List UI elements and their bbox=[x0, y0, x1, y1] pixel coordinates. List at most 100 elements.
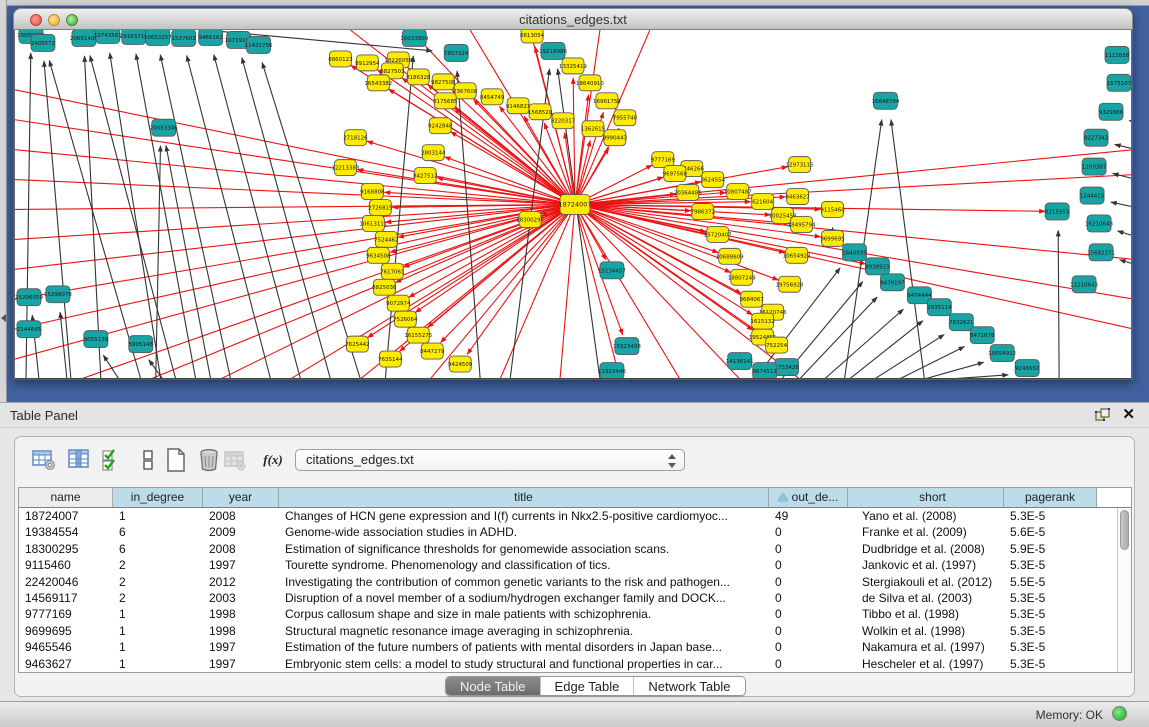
graph-node[interactable]: 7832621 bbox=[949, 314, 973, 331]
column-header-in-degree[interactable]: in_degree bbox=[113, 488, 203, 507]
graph-node[interactable]: 9168808 bbox=[360, 184, 385, 200]
select-columns-icon[interactable] bbox=[99, 447, 125, 473]
table-row[interactable]: 1872400712008Changes of HCN gene express… bbox=[19, 508, 1131, 524]
graph-node[interactable]: 2405572 bbox=[31, 34, 55, 51]
graph-node[interactable]: 2144645 bbox=[17, 321, 41, 338]
network-canvas[interactable]: 8860123891295418226058982750316543382818… bbox=[14, 30, 1132, 379]
graph-edge[interactable] bbox=[262, 62, 360, 378]
graph-node[interactable]: 20053346 bbox=[150, 119, 178, 136]
graph-edge[interactable] bbox=[90, 56, 176, 378]
graph-node[interactable]: 9874512 bbox=[752, 363, 776, 378]
graph-node[interactable]: 9227342 bbox=[1084, 129, 1108, 146]
graph-node[interactable]: 9055139 bbox=[84, 331, 109, 348]
graph-edge[interactable] bbox=[242, 57, 331, 378]
graph-node[interactable]: 16543382 bbox=[364, 75, 392, 91]
tab-network-table[interactable]: Network Table bbox=[633, 677, 744, 695]
graph-node[interactable]: 12213383 bbox=[331, 160, 359, 176]
graph-edge[interactable] bbox=[1129, 120, 1131, 126]
scrollbar-thumb[interactable] bbox=[1120, 510, 1129, 550]
graph-node[interactable]: 9634508 bbox=[366, 247, 391, 263]
graph-node[interactable]: 8471676 bbox=[970, 327, 995, 344]
graph-node[interactable]: 18300295 bbox=[516, 211, 544, 227]
graph-node[interactable]: 9684067 bbox=[739, 291, 764, 307]
graph-edge[interactable] bbox=[899, 346, 964, 378]
graph-node[interactable]: 9990443 bbox=[603, 130, 628, 146]
graph-node[interactable]: 18724007 bbox=[559, 195, 592, 215]
table-row[interactable]: 1830029562008Estimation of significance … bbox=[19, 541, 1131, 557]
graph-node[interactable]: 19756928 bbox=[776, 276, 804, 292]
graph-node[interactable]: 3624554 bbox=[701, 172, 726, 188]
graph-edge[interactable] bbox=[560, 204, 575, 378]
graph-node[interactable]: 1209387 bbox=[1082, 158, 1107, 175]
graph-node[interactable]: 9699695 bbox=[820, 230, 844, 246]
graph-node[interactable]: 10807487 bbox=[724, 184, 752, 200]
graph-node[interactable]: 16648784 bbox=[872, 92, 900, 109]
graph-node[interactable]: 8825036 bbox=[372, 279, 397, 295]
table-row[interactable]: 1456911722003Disruption of a novel membe… bbox=[19, 590, 1131, 606]
graph-edge[interactable] bbox=[15, 204, 575, 269]
graph-edge[interactable] bbox=[44, 61, 71, 378]
graph-node[interactable]: 13325419 bbox=[559, 58, 587, 74]
create-column-icon[interactable] bbox=[163, 447, 189, 473]
graph-node[interactable]: 18807249 bbox=[728, 269, 756, 285]
graph-node[interactable]: 15134457 bbox=[598, 262, 626, 279]
graph-node[interactable]: 8454749 bbox=[480, 89, 505, 105]
graph-node[interactable]: 11923446 bbox=[598, 363, 626, 378]
graph-node[interactable]: 8813054 bbox=[520, 30, 545, 43]
graph-node[interactable]: 8447279 bbox=[420, 343, 445, 359]
close-panel-icon[interactable]: ✕ bbox=[1122, 406, 1135, 424]
graph-node[interactable]: 1568520 bbox=[528, 104, 553, 120]
graph-node[interactable]: 10654912 bbox=[988, 345, 1016, 362]
table-row[interactable]: 911546021997Tourette syndrome. Phenomeno… bbox=[19, 557, 1131, 573]
graph-edge[interactable] bbox=[156, 146, 161, 378]
delete-column-icon[interactable] bbox=[196, 447, 222, 473]
import-table-icon[interactable] bbox=[222, 447, 248, 473]
graph-node[interactable]: 25206059 bbox=[15, 289, 43, 306]
graph-edge[interactable] bbox=[1111, 202, 1131, 209]
graph-edge[interactable] bbox=[891, 120, 924, 378]
graph-node[interactable]: 9697568 bbox=[663, 166, 688, 182]
collapse-panel-arrow-icon[interactable] bbox=[1, 314, 6, 322]
graph-node[interactable]: 9245650 bbox=[1015, 360, 1040, 377]
column-header-year[interactable]: year bbox=[203, 488, 279, 507]
graph-edge[interactable] bbox=[850, 321, 923, 378]
tab-edge-table[interactable]: Edge Table bbox=[540, 677, 634, 695]
graph-edge[interactable] bbox=[214, 55, 301, 378]
graph-node[interactable]: 1244415 bbox=[1080, 187, 1104, 204]
float-panel-icon[interactable] bbox=[1095, 408, 1111, 422]
graph-node[interactable]: 10743581 bbox=[94, 30, 122, 43]
column-header-short[interactable]: short bbox=[848, 488, 1004, 507]
graph-node[interactable]: 16210643 bbox=[1085, 215, 1113, 232]
graph-node[interactable]: 9463627 bbox=[785, 189, 810, 205]
table-row[interactable]: 977716911998Corpus callosum shape and si… bbox=[19, 606, 1131, 622]
graph-node[interactable]: 2718126 bbox=[343, 130, 368, 146]
graph-node[interactable]: 8215953 bbox=[1045, 203, 1070, 220]
graph-node[interactable]: 1112658 bbox=[1105, 46, 1130, 63]
graph-node[interactable]: 8186328 bbox=[406, 69, 431, 85]
graph-node[interactable]: 7955740 bbox=[613, 110, 638, 126]
table-row[interactable]: 946554611997Estimation of the future num… bbox=[19, 639, 1131, 655]
graph-node[interactable]: 2726815 bbox=[368, 200, 392, 216]
graph-node[interactable]: 18495794 bbox=[788, 216, 816, 232]
column-header-out-degree[interactable]: out_de... bbox=[769, 488, 848, 507]
graph-node[interactable]: 15298078 bbox=[44, 286, 72, 303]
citation-graph[interactable]: 8860123891295418226058982750316543382818… bbox=[15, 30, 1131, 378]
graph-edge[interactable] bbox=[136, 54, 196, 378]
graph-node[interactable]: 8860123 bbox=[328, 51, 353, 67]
graph-edge[interactable] bbox=[187, 56, 271, 378]
table-row[interactable]: 1938455462009Genome-wide association stu… bbox=[19, 524, 1131, 540]
table-selector-dropdown[interactable]: citations_edges.txt bbox=[295, 449, 685, 471]
graph-node[interactable]: 5905148 bbox=[129, 336, 154, 353]
graph-node[interactable]: 9146821 bbox=[506, 98, 530, 114]
graph-edge[interactable] bbox=[924, 362, 983, 378]
graph-node[interactable]: 15692371 bbox=[1087, 244, 1115, 261]
graph-node[interactable]: 19218986 bbox=[539, 42, 567, 59]
graph-edge[interactable] bbox=[874, 335, 944, 378]
graph-node[interactable]: 7524462 bbox=[374, 231, 398, 247]
column-header-pagerank[interactable]: pagerank bbox=[1004, 488, 1097, 507]
table-row[interactable]: 2242004622012Investigating the contribut… bbox=[19, 574, 1131, 590]
graph-node[interactable]: 14136141 bbox=[726, 353, 754, 370]
graph-node[interactable]: 9242848 bbox=[428, 118, 453, 134]
graph-node[interactable]: 11431756 bbox=[245, 36, 273, 53]
graph-node[interactable]: 10613111 bbox=[359, 215, 387, 231]
